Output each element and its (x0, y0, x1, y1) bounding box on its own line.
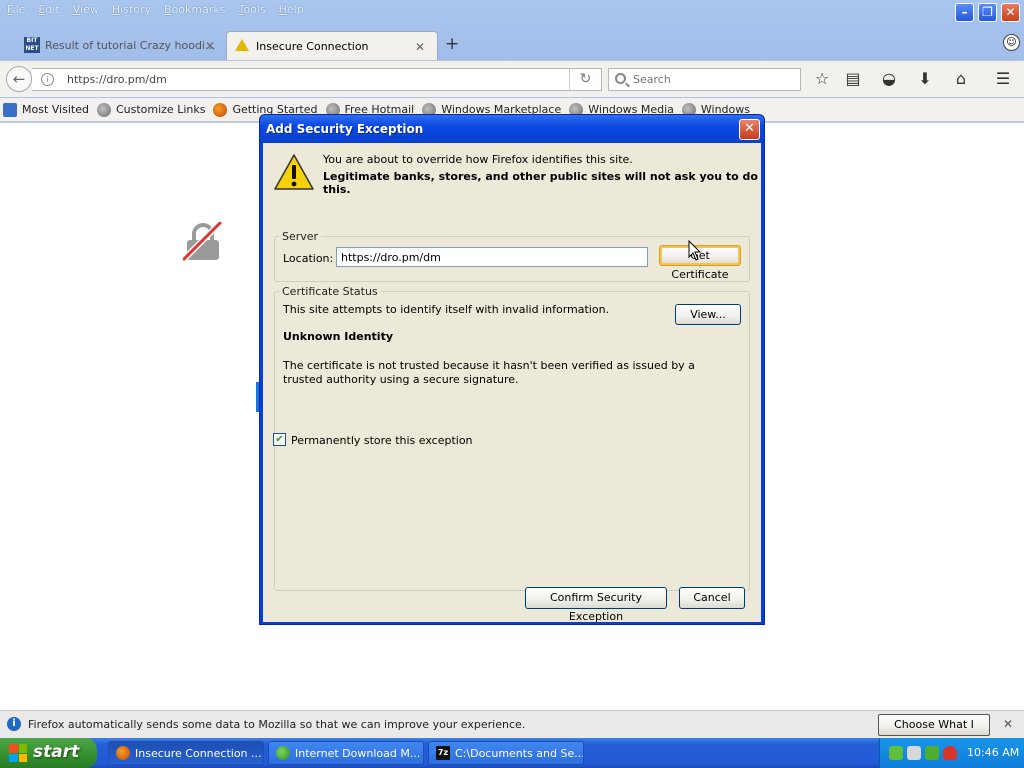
server-groupbox: Server Location: Get Certificate (274, 230, 750, 282)
notification-text: Firefox automatically sends some data to… (28, 718, 526, 731)
tab-close-icon[interactable]: ✕ (205, 39, 215, 53)
download-arrow-icon[interactable]: ⬇ (914, 69, 936, 91)
firefox-icon (116, 746, 130, 760)
bookmark-most-visited[interactable]: Most Visited (0, 98, 94, 121)
download-tray-icon[interactable] (925, 746, 939, 760)
clock[interactable]: 10:46 AM (967, 746, 1019, 759)
7zip-icon: 7z (436, 746, 450, 760)
home-icon[interactable]: ⌂ (950, 69, 972, 91)
search-box[interactable] (608, 68, 801, 91)
notification-close-icon[interactable]: ✕ (1003, 717, 1013, 731)
network-tray-icon[interactable] (889, 746, 903, 760)
menu-help[interactable]: Help (272, 0, 310, 20)
firefox-icon (213, 102, 228, 117)
menu-view[interactable]: View (66, 0, 105, 20)
certificate-status-caption: Certificate Status (279, 285, 381, 298)
view-button[interactable]: View... (675, 304, 741, 325)
menu-file[interactable]: File (0, 0, 31, 20)
mouse-pointer-icon (688, 240, 702, 261)
bitnet-favicon-icon: BIT NET (24, 37, 40, 53)
confirm-security-exception-button[interactable]: Confirm Security Exception (525, 587, 667, 623)
dialog-titlebar[interactable]: Add Security Exception ✕ (260, 115, 764, 143)
legitimate-sites-warning: Legitimate banks, stores, and other publ… (323, 170, 758, 196)
notification-bar: i Firefox automatically sends some data … (0, 710, 1024, 750)
task-label: C:\Documents and Se... (455, 747, 584, 760)
hamburger-menu-icon[interactable]: ☰ (992, 69, 1014, 91)
tab-label: Result of tutorial Crazy hoodi... (45, 39, 216, 52)
shield-tray-icon[interactable] (943, 746, 957, 760)
taskbar-item-7zip[interactable]: 7z C:\Documents and Se... (428, 741, 584, 765)
url-bar[interactable]: i https://dro.pm/dm ↻ (32, 68, 602, 91)
restore-button[interactable]: ❐ (978, 3, 997, 22)
permanent-store-label[interactable]: Permanently store this exception (291, 434, 473, 447)
internet-download-manager-icon (276, 746, 290, 760)
tab-tutorial[interactable]: BIT NET Result of tutorial Crazy hoodi..… (22, 31, 227, 60)
task-label: Internet Download M... (295, 747, 421, 760)
tab-close-icon[interactable]: ✕ (415, 40, 425, 54)
pocket-icon[interactable]: ◒ (878, 69, 900, 91)
reload-icon[interactable]: ↻ (569, 69, 601, 90)
dialog-close-button[interactable]: ✕ (739, 119, 760, 140)
certificate-detail-text: The certificate is not trusted because i… (283, 359, 695, 386)
dialog-body: You are about to override how Firefox id… (263, 143, 761, 623)
start-label: start (33, 742, 80, 762)
tab-strip: BIT NET Result of tutorial Crazy hoodi..… (0, 28, 1024, 60)
navigation-bar: ← i https://dro.pm/dm ↻ ☆ ▤ ◒ ⬇ ⌂ ☰ (0, 60, 1024, 97)
taskbar-item-idm[interactable]: Internet Download M... (268, 741, 424, 765)
system-tray: 10:46 AM (879, 738, 1024, 768)
bookmark-label: Most Visited (22, 103, 89, 116)
menu-bookmarks[interactable]: Bookmarks (157, 0, 231, 20)
menu-history[interactable]: History (105, 0, 157, 20)
windows-logo-icon (9, 744, 27, 762)
choose-what-i-share-button[interactable]: Choose What I Share (878, 714, 990, 750)
globe-icon (96, 102, 111, 117)
permanent-store-checkbox[interactable]: ✔ (273, 433, 286, 446)
override-warning-text: You are about to override how Firefox id… (323, 153, 633, 166)
bookmark-customize-links[interactable]: Customize Links (94, 98, 211, 121)
taskbar: start Insecure Connection ... Internet D… (0, 738, 1024, 768)
unknown-identity-heading: Unknown Identity (283, 330, 394, 343)
start-button[interactable]: start (0, 738, 97, 768)
back-arrow-icon[interactable]: ← (6, 66, 32, 92)
tools-tray-icon[interactable] (907, 746, 921, 760)
cancel-button[interactable]: Cancel (679, 587, 745, 609)
feedback-smiley-icon[interactable]: ☺ (1003, 34, 1020, 51)
window-close-button[interactable]: ✕ (1001, 3, 1020, 22)
reading-list-icon[interactable]: ▤ (842, 69, 864, 91)
url-text[interactable]: https://dro.pm/dm (67, 73, 167, 86)
most-visited-icon (3, 102, 17, 117)
warning-triangle-icon (274, 154, 314, 190)
menu-tools[interactable]: Tools (231, 0, 271, 20)
bookmark-star-icon[interactable]: ☆ (811, 69, 833, 91)
tab-label: Insecure Connection (256, 40, 369, 53)
search-input[interactable] (633, 73, 793, 86)
add-security-exception-dialog: Add Security Exception ✕ You are about t… (259, 114, 765, 625)
search-icon (615, 73, 626, 84)
status-text: This site attempts to identify itself wi… (283, 303, 610, 316)
menubar: File Edit View History Bookmarks Tools H… (0, 0, 940, 20)
task-label: Insecure Connection ... (135, 747, 262, 760)
location-input[interactable] (336, 247, 648, 267)
server-caption: Server (279, 230, 322, 243)
browser-chrome: File Edit View History Bookmarks Tools H… (0, 0, 1024, 123)
bookmark-label: Customize Links (115, 103, 206, 116)
broken-lock-icon (183, 222, 223, 262)
dialog-title: Add Security Exception (266, 122, 424, 136)
location-label: Location: (283, 252, 334, 265)
warning-icon (235, 39, 249, 51)
taskbar-item-firefox[interactable]: Insecure Connection ... (108, 741, 264, 765)
minimize-button[interactable]: – (955, 3, 974, 22)
new-tab-plus-icon[interactable]: + (445, 34, 459, 54)
info-icon: i (7, 717, 21, 731)
tab-insecure-connection[interactable]: Insecure Connection ✕ (226, 31, 438, 60)
menu-edit[interactable]: Edit (31, 0, 65, 20)
info-icon[interactable]: i (41, 73, 54, 86)
